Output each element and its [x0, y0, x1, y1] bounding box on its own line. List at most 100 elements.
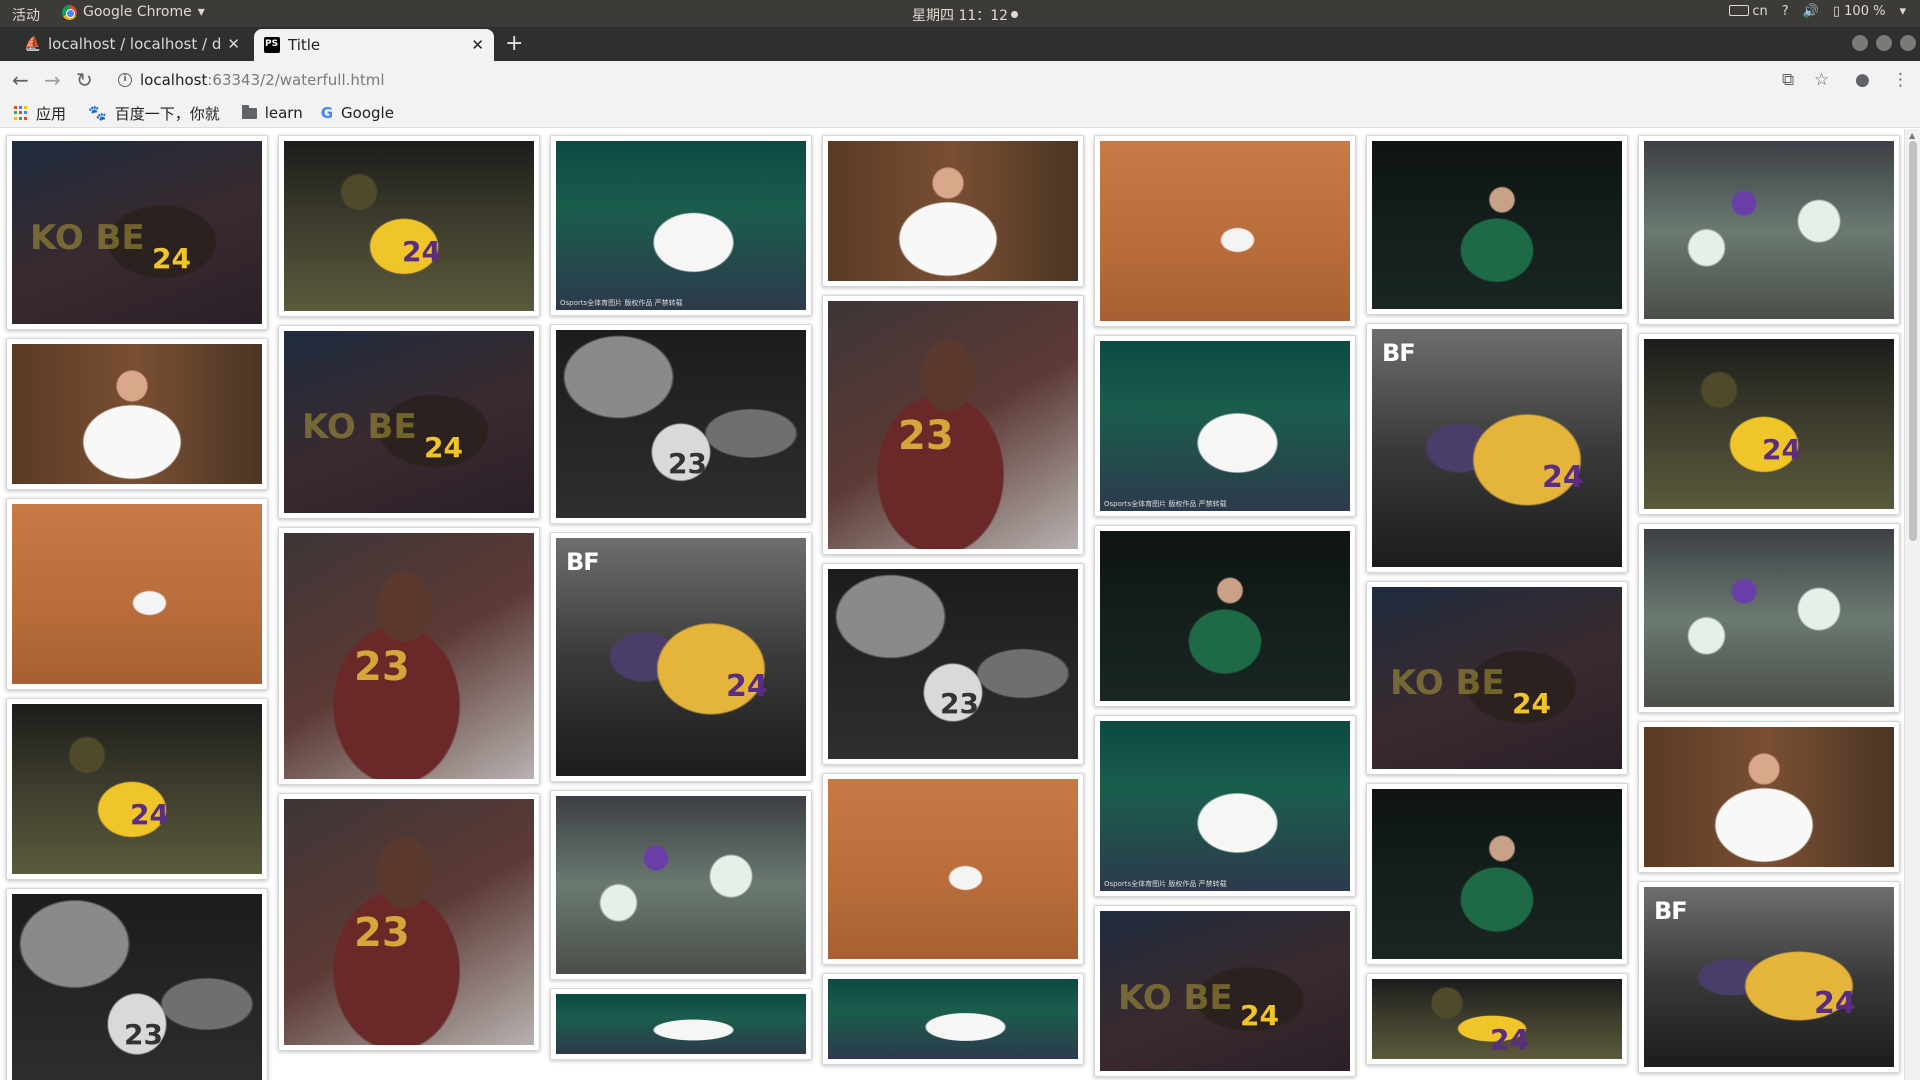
photo-celtics [1644, 141, 1894, 319]
back-arrow-icon[interactable]: ← [12, 68, 29, 92]
bookmark-label: learn [264, 104, 303, 122]
jersey-number: 24 [1542, 460, 1584, 495]
photo-clay [828, 779, 1078, 959]
jersey-number: 24 [726, 669, 768, 704]
photo-kobe-lakers: BF 24 [556, 538, 806, 776]
photo-kobe-yellow: 24 [284, 141, 534, 311]
apps-icon [14, 106, 28, 120]
photo-lebron-bw: 23 [12, 894, 262, 1080]
bookmark-label: Google [341, 104, 394, 122]
image-card [822, 973, 1084, 1065]
close-window-icon[interactable] [1900, 35, 1916, 51]
jersey-number: 24 [424, 431, 463, 464]
minimize-window-icon[interactable] [1852, 35, 1868, 51]
chrome-logo-icon [62, 4, 77, 20]
photo-lebron-red: 23 [284, 533, 534, 779]
image-card: BF 24 [550, 532, 812, 782]
input-method-label: cn [1752, 4, 1768, 19]
tab-title: Title [288, 36, 321, 54]
background-lettering: KO BE [302, 407, 417, 447]
waterfall-grid: KO BE 24 24 23 24 KO BE 24 23 23 Osports全体育图片 版权作… [0, 129, 1900, 1080]
photo-djoko-green [1372, 141, 1622, 309]
reload-icon[interactable]: ↻ [76, 68, 93, 92]
image-card: KO BE 24 [278, 325, 540, 519]
bookmark-google[interactable]: G Google [321, 104, 394, 122]
input-method-indicator[interactable]: cn [1729, 4, 1768, 19]
photo-lebron-bw: 23 [556, 330, 806, 518]
address-bar[interactable]: i localhost:63343/2/waterfull.html [110, 65, 1790, 95]
tab-phpmyadmin[interactable]: ⛵ localhost / localhost / dat ✕ [14, 27, 250, 61]
photo-watermark-caption: Osports全体育图片 版权作品 严禁转载 [560, 299, 683, 307]
jersey-number: 24 [1490, 1023, 1529, 1056]
image-card: 23 [278, 793, 540, 1051]
jersey-number: 23 [124, 1018, 163, 1051]
battery-indicator[interactable]: ▯ 100 % [1833, 4, 1886, 19]
photo-watermark-caption: Osports全体育图片 版权作品 严禁转载 [1104, 880, 1227, 888]
phpmyadmin-favicon-icon: ⛵ [24, 36, 42, 52]
chrome-menu-icon[interactable]: ⋮ [1892, 70, 1909, 90]
photo-kobe-back: KO BE 24 [1372, 587, 1622, 769]
bookmarks-bar: 应用 🐾 百度一下，你就 learn G Google [0, 99, 1920, 128]
jersey-number: 23 [354, 910, 410, 956]
image-card [1638, 721, 1900, 873]
photo-djoko-white: Osports全体育图片 版权作品 严禁转载 [556, 141, 806, 310]
system-menu-caret-icon[interactable]: ▾ [1899, 4, 1906, 19]
site-info-icon[interactable]: i [118, 73, 132, 87]
background-lettering: KO BE [1390, 663, 1505, 703]
jersey-number: 23 [668, 447, 707, 480]
image-card: KO BE 24 [1094, 905, 1356, 1077]
photo-kobe-yellow: 24 [12, 704, 262, 874]
bookmark-label: 应用 [36, 104, 67, 123]
image-card [1094, 525, 1356, 707]
bookmark-baidu[interactable]: 🐾 百度一下，你就 [88, 103, 220, 124]
help-icon[interactable]: ? [1782, 4, 1789, 19]
translate-icon[interactable]: ⧉ [1782, 70, 1794, 90]
browser-toolbar: ← → ↻ i localhost:63343/2/waterfull.html… [0, 61, 1920, 99]
jersey-number: 24 [1814, 986, 1856, 1021]
scrollbar-thumb[interactable] [1909, 141, 1917, 541]
close-tab-icon[interactable]: ✕ [227, 35, 240, 53]
caret-down-icon: ▾ [197, 4, 205, 20]
image-card [1638, 135, 1900, 325]
image-card [1094, 135, 1356, 327]
new-tab-button[interactable]: + [505, 31, 523, 56]
jersey-number: 24 [1512, 687, 1551, 720]
image-card [6, 338, 268, 490]
forward-arrow-icon[interactable]: → [44, 68, 61, 92]
scroll-up-arrow-icon[interactable]: ▲ [1909, 131, 1915, 140]
url-host: localhost [140, 71, 208, 89]
photo-djoko-green [1100, 531, 1350, 701]
bookmark-star-icon[interactable]: ☆ [1814, 70, 1829, 90]
maximize-window-icon[interactable] [1876, 35, 1892, 51]
jersey-number: 24 [152, 242, 191, 275]
photo-kobe-yellow: 24 [1644, 339, 1894, 509]
vertical-scrollbar[interactable]: ▲ [1904, 129, 1920, 1080]
tab-title-page[interactable]: Title ✕ [254, 29, 494, 61]
image-card [6, 498, 268, 690]
photo-djoko-warm [1644, 727, 1894, 867]
image-card [1638, 523, 1900, 713]
jersey-number: 24 [402, 235, 441, 268]
jersey-number: 23 [940, 687, 979, 720]
volume-icon[interactable]: 🔊 [1803, 4, 1819, 19]
image-card: BF 24 [1366, 323, 1628, 573]
image-card: KO BE 24 [1366, 581, 1628, 775]
image-card: Osports全体育图片 版权作品 严禁转载 [1094, 335, 1356, 517]
image-card: Osports全体育图片 版权作品 严禁转载 [1094, 715, 1356, 897]
image-card: 23 [550, 324, 812, 524]
photo-kobe-back: KO BE 24 [1100, 911, 1350, 1071]
app-menu[interactable]: Google Chrome ▾ [62, 4, 205, 20]
bookmark-apps[interactable]: 应用 [14, 103, 66, 124]
photo-lebron-red: 23 [828, 301, 1078, 549]
clock[interactable]: 星期四 11：12 [912, 5, 1019, 25]
image-card: Osports全体育图片 版权作品 严禁转载 [550, 135, 812, 316]
photo-clay [1100, 141, 1350, 321]
profile-avatar-icon[interactable]: ● [1855, 70, 1870, 90]
close-tab-icon[interactable]: ✕ [471, 36, 484, 54]
photo-lebron-bw: 23 [828, 569, 1078, 759]
bookmark-learn-folder[interactable]: learn [241, 104, 303, 122]
photo-kobe-yellow: 24 [1372, 979, 1622, 1059]
activities-button[interactable]: 活动 [12, 5, 40, 25]
jersey-number: 23 [354, 644, 410, 690]
battery-label: 100 % [1844, 4, 1886, 19]
